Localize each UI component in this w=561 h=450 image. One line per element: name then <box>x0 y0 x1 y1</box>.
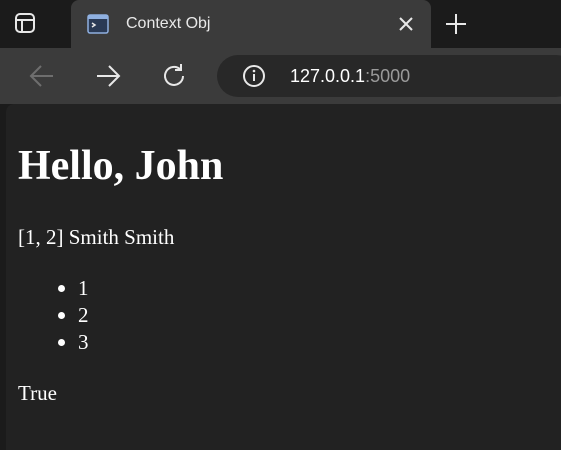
tab-title: Context Obj <box>126 15 211 32</box>
flag-text: True <box>18 381 57 405</box>
list-item: 1 <box>18 275 89 302</box>
url-host: 127.0.0.1 <box>290 66 366 86</box>
list-item-text: 1 <box>78 276 89 300</box>
plus-icon[interactable] <box>444 12 468 36</box>
page-heading: Hello, John <box>18 143 224 189</box>
list-item: 3 <box>18 329 89 356</box>
context-line: [1, 2] Smith Smith <box>18 225 175 249</box>
close-icon[interactable] <box>395 13 417 35</box>
bullet <box>58 339 65 346</box>
items-list: 1 2 3 <box>18 275 89 356</box>
info-icon[interactable] <box>242 64 266 88</box>
arrow-right-icon[interactable] <box>94 62 122 90</box>
url-port: :5000 <box>365 66 411 86</box>
url-text[interactable]: 127.0.0.1:5000 <box>290 64 410 88</box>
tab-strip: Context Obj <box>0 0 561 48</box>
active-tab[interactable]: Context Obj <box>71 0 431 48</box>
list-item-text: 2 <box>78 303 89 327</box>
list-item: 2 <box>18 302 89 329</box>
arrow-left-icon[interactable] <box>28 62 56 90</box>
browser-toolbar: 127.0.0.1:5000 <box>0 48 561 104</box>
bullet <box>58 285 65 292</box>
terminal-icon <box>87 13 109 35</box>
tab-actions-icon[interactable] <box>14 12 36 34</box>
page-content: Hello, John [1, 2] Smith Smith 1 2 3 Tru… <box>6 104 561 450</box>
address-bar[interactable]: 127.0.0.1:5000 <box>217 55 561 97</box>
reload-icon[interactable] <box>160 62 188 90</box>
list-item-text: 3 <box>78 330 89 354</box>
bullet <box>58 312 65 319</box>
